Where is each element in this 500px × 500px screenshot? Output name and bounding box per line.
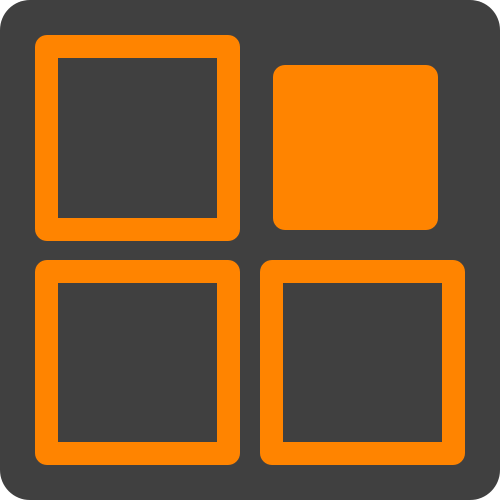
grid-tile-outline-icon bbox=[35, 35, 240, 241]
grid-tile-outline-icon bbox=[260, 260, 465, 465]
grid-layout-icon bbox=[0, 0, 500, 500]
grid-tile-filled-icon bbox=[273, 65, 438, 230]
grid-tile-outline-icon bbox=[35, 260, 240, 465]
